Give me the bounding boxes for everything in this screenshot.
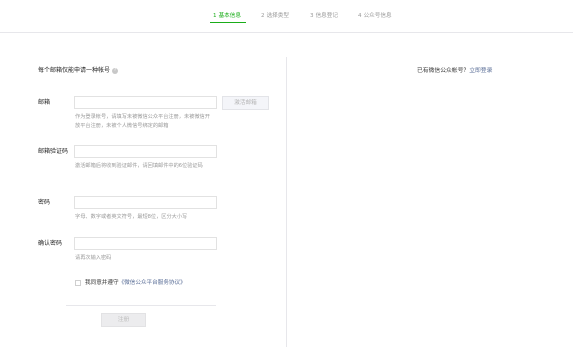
form-separator: [66, 305, 216, 306]
confirm-password-hint: 请再次输入密码: [75, 255, 112, 261]
activate-email-button[interactable]: 激活邮箱: [222, 96, 269, 110]
step-number: 1: [213, 13, 217, 19]
login-question: 已有微信公众帐号？: [417, 68, 470, 74]
step-number: 3: [310, 13, 314, 19]
agree-text: 我同意并遵守: [85, 280, 119, 286]
step-number: 2: [261, 13, 265, 19]
email-input[interactable]: [74, 96, 217, 109]
agree-checkbox[interactable]: [75, 279, 81, 286]
password-input[interactable]: [74, 196, 217, 209]
step-label: 基本信息: [218, 13, 241, 19]
step-label: 信息登记: [315, 13, 338, 19]
email-label: 邮箱: [38, 99, 51, 106]
confirm-password-input[interactable]: [74, 237, 217, 250]
progress-steps: 1 基本信息 2 选择类型 3 信息登记 4 公众号信息: [0, 12, 573, 24]
register-button[interactable]: 注册: [101, 313, 146, 327]
step-3: 3 信息登记: [310, 12, 338, 20]
step-label: 公众号信息: [363, 13, 392, 19]
column-divider: [286, 57, 287, 347]
agreement-row: 我同意并遵守《微信公众平台服务协议》: [75, 279, 186, 287]
question-circle-icon[interactable]: ?: [112, 67, 119, 74]
registration-main: 每个邮箱仅能申请一种帐号? 已有微信公众帐号？立即登录 邮箱 激活邮箱 作为登录…: [0, 33, 573, 347]
verify-code-input[interactable]: [74, 145, 217, 158]
step-2: 2 选择类型: [261, 12, 289, 20]
step-1: 1 基本信息: [213, 12, 241, 20]
password-hint: 字母、数字或者英文符号，最短8位，区分大小写: [75, 214, 188, 220]
verify-code-label: 邮箱验证码: [38, 148, 69, 155]
intro-text: 每个邮箱仅能申请一种帐号: [38, 67, 111, 74]
password-label: 密码: [38, 199, 51, 206]
active-step-underline: [210, 22, 246, 23]
email-hint: 作为登录帐号，请填写未被微信公众平台注册，未被微信开放平台注册，未被个人微信号绑…: [75, 114, 210, 129]
form-intro: 每个邮箱仅能申请一种帐号?: [38, 67, 119, 75]
step-4: 4 公众号信息: [358, 12, 392, 20]
login-link[interactable]: 立即登录: [469, 68, 492, 74]
top-bar: 1 基本信息 2 选择类型 3 信息登记 4 公众号信息: [0, 0, 573, 33]
agreement-link[interactable]: 《微信公众平台服务协议》: [119, 280, 186, 286]
verify-code-hint: 激活邮箱后将收到验证邮件，请回填邮件中的6位验证码: [75, 163, 203, 169]
step-number: 4: [358, 13, 362, 19]
step-label: 选择类型: [266, 13, 289, 19]
confirm-password-label: 确认密码: [38, 240, 63, 247]
login-prompt: 已有微信公众帐号？立即登录: [417, 67, 492, 75]
